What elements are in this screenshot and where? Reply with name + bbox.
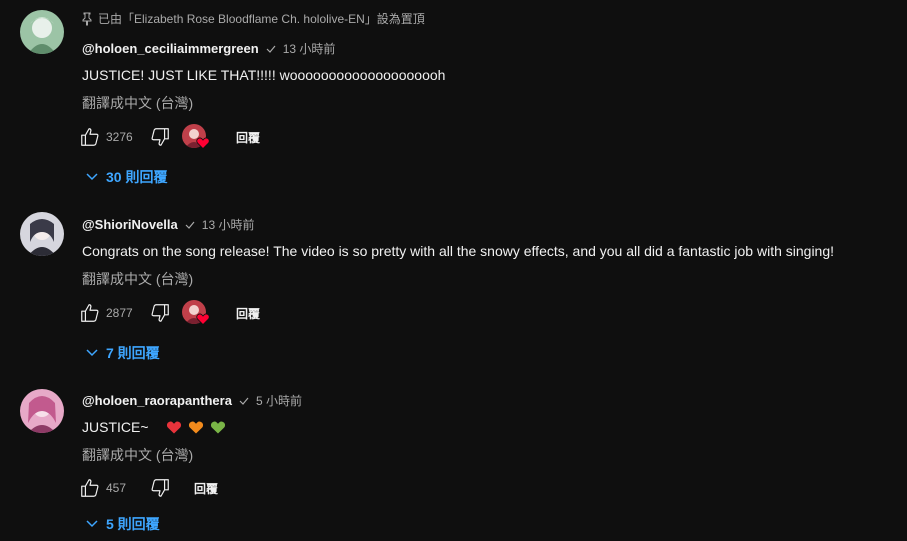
green-heart-icon [210, 421, 226, 434]
translate-link[interactable]: 翻譯成中文 (台灣) [82, 445, 193, 465]
creator-heart-badge[interactable] [180, 124, 210, 150]
view-replies-button[interactable]: 5 則回覆 [84, 514, 160, 534]
translate-link[interactable]: 翻譯成中文 (台灣) [82, 93, 193, 113]
view-replies-button[interactable]: 30 則回覆 [84, 167, 167, 187]
like-button[interactable] [78, 476, 102, 500]
dislike-button[interactable] [148, 125, 172, 149]
comment-header: @holoen_raorapanthera 5 小時前 [82, 392, 302, 409]
reply-button[interactable]: 回覆 [186, 476, 226, 501]
comment-text: JUSTICE! JUST LIKE THAT!!!!! woooooooooo… [82, 67, 446, 83]
comment-actions: 3276 回覆 [78, 124, 268, 150]
thumbs-up-icon [81, 479, 99, 497]
comment-text: Congrats on the song release! The video … [82, 243, 835, 259]
chevron-down-icon [86, 520, 98, 528]
comment-text-body: JUSTICE~ [82, 419, 149, 435]
reply-button[interactable]: 回覆 [228, 301, 268, 326]
comment-thread: 已由「Elizabeth Rose Bloodflame Ch. hololiv… [0, 0, 907, 200]
comment-header: @holoen_ceciliaimmergreen 13 小時前 [82, 40, 335, 57]
verified-check-icon [185, 221, 195, 229]
comment-thread: @ShioriNovella 13 小時前 Congrats on the so… [0, 200, 907, 375]
pinned-label: 已由「Elizabeth Rose Bloodflame Ch. hololiv… [82, 10, 425, 27]
comment-text: JUSTICE~ [82, 419, 226, 435]
comment-header: @ShioriNovella 13 小時前 [82, 216, 254, 233]
thumbs-up-icon [81, 304, 99, 322]
comment-time[interactable]: 5 小時前 [256, 392, 302, 409]
chevron-down-icon [86, 173, 98, 181]
like-button[interactable] [78, 301, 102, 325]
thumbs-up-icon [81, 128, 99, 146]
author-name[interactable]: @holoen_raorapanthera [82, 393, 232, 408]
heart-icon [196, 313, 210, 326]
avatar[interactable] [20, 212, 64, 256]
comment-thread: @holoen_raorapanthera 5 小時前 JUSTICE~ 翻譯成… [0, 375, 907, 541]
author-name[interactable]: @ShioriNovella [82, 217, 178, 232]
thumbs-down-icon [151, 128, 169, 146]
comment-time[interactable]: 13 小時前 [283, 40, 336, 57]
avatar[interactable] [20, 389, 64, 433]
reply-button[interactable]: 回覆 [228, 125, 268, 150]
comment-time[interactable]: 13 小時前 [202, 216, 255, 233]
like-button[interactable] [78, 125, 102, 149]
dislike-button[interactable] [148, 301, 172, 325]
thumbs-down-icon [151, 479, 169, 497]
verified-check-icon [266, 45, 276, 53]
like-count: 457 [106, 481, 127, 495]
replies-count: 30 則回覆 [106, 169, 168, 185]
replies-count: 7 則回覆 [106, 345, 160, 361]
creator-heart-badge[interactable] [180, 300, 210, 326]
replies-count: 5 則回覆 [106, 516, 160, 532]
orange-heart-icon [189, 421, 204, 434]
comment-actions: 457 回覆 [78, 475, 226, 501]
comment-actions: 2877 回覆 [78, 300, 268, 326]
author-name[interactable]: @holoen_ceciliaimmergreen [82, 41, 259, 56]
pinned-text: 已由「Elizabeth Rose Bloodflame Ch. hololiv… [98, 12, 425, 26]
red-heart-icon [167, 421, 182, 434]
like-count: 2877 [106, 306, 133, 320]
view-replies-button[interactable]: 7 則回覆 [84, 343, 160, 363]
avatar[interactable] [20, 10, 64, 54]
chevron-down-icon [86, 349, 98, 357]
translate-link[interactable]: 翻譯成中文 (台灣) [82, 269, 193, 289]
verified-check-icon [239, 397, 249, 405]
thumbs-down-icon [151, 304, 169, 322]
pin-icon [82, 12, 92, 25]
dislike-button[interactable] [148, 476, 172, 500]
heart-icon [196, 137, 210, 150]
like-count: 3276 [106, 130, 133, 144]
